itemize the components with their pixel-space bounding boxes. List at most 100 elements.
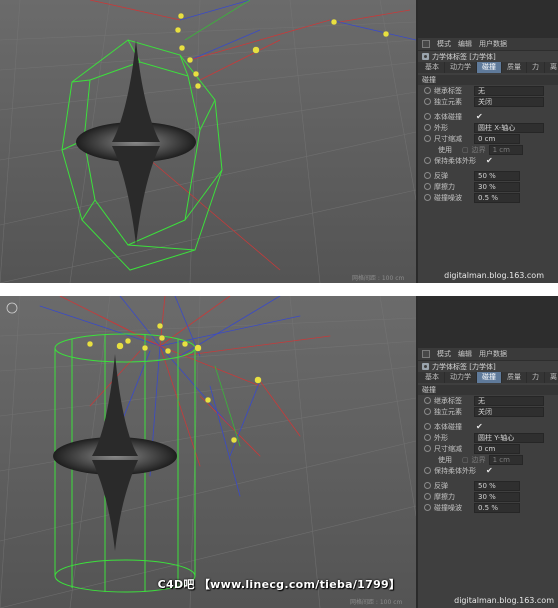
menu-mode[interactable]: 模式 — [437, 349, 451, 359]
viewport-3d[interactable]: 网格间距 : 100 cm — [0, 296, 416, 608]
menu-edit[interactable]: 编辑 — [458, 39, 472, 49]
dynamics-tag-icon — [422, 53, 429, 60]
animate-radio[interactable] — [424, 87, 431, 94]
animate-radio[interactable] — [424, 467, 431, 474]
animate-radio[interactable] — [424, 172, 431, 179]
size-reduce-field[interactable]: 0 cm — [474, 443, 520, 454]
row-independent: 独立元素 关闭 — [418, 96, 558, 107]
tab-collision[interactable]: 碰撞 — [477, 372, 502, 383]
panel-header-area — [418, 296, 558, 348]
animate-radio[interactable] — [424, 445, 431, 452]
animate-radio[interactable] — [424, 98, 431, 105]
margin-field[interactable]: 1 cm — [488, 454, 523, 465]
svg-text:网格间距 : 100 cm: 网格间距 : 100 cm — [350, 598, 402, 606]
screenshot-bottom: 网格间距 : 100 cm 模式 编辑 用户数据 力学体标签 [力学体] 基本 … — [0, 296, 558, 608]
forum-banner: C4D吧 【www.linecg.com/tieba/1799】 — [157, 578, 401, 591]
shape-dropdown[interactable]: 圆柱 X-轴心 — [474, 122, 544, 133]
size-reduce-field[interactable]: 0 cm — [474, 133, 520, 144]
attribute-menubar: 模式 编辑 用户数据 — [418, 38, 558, 51]
tab-dynamics[interactable]: 动力学 — [445, 372, 477, 383]
independent-dropdown[interactable]: 关闭 — [474, 406, 544, 417]
watermark-bottom: digitalman.blog.163.com — [454, 596, 554, 605]
row-shape: 外形 圆柱 Y-轴心 — [418, 432, 558, 443]
bounce-field[interactable]: 50 % — [474, 170, 520, 181]
animate-radio[interactable] — [424, 493, 431, 500]
inherit-tag-dropdown[interactable]: 无 — [474, 395, 544, 406]
mode-icon[interactable] — [422, 40, 430, 48]
row-collision-noise: 碰撞噪波 0.5 % — [418, 502, 558, 513]
row-friction: 摩擦力 30 % — [418, 491, 558, 502]
animate-radio[interactable] — [424, 423, 431, 430]
attribute-panel-top: 模式 编辑 用户数据 力学体标签 [力学体] 基本 动力学 碰撞 质量 力 离 … — [416, 0, 558, 283]
row-size-reduce: 尺寸缩减 0 cm — [418, 443, 558, 454]
collision-noise-field[interactable]: 0.5 % — [474, 192, 520, 203]
animate-radio[interactable] — [424, 135, 431, 142]
menu-user-data[interactable]: 用户数据 — [479, 349, 507, 359]
section-collision: 碰撞 — [418, 75, 558, 85]
viewport-scale-label: 网格间距 : 100 cm — [352, 274, 404, 282]
viewport-scale-label: 网格间距 : 100 cm — [350, 598, 402, 606]
menu-mode[interactable]: 模式 — [437, 39, 451, 49]
menu-edit[interactable]: 编辑 — [458, 349, 472, 359]
menu-user-data[interactable]: 用户数据 — [479, 39, 507, 49]
keep-soft-checkbox[interactable]: ✔ — [486, 156, 493, 165]
row-size-reduce: 尺寸缩减 0 cm — [418, 133, 558, 144]
animate-radio[interactable] — [424, 504, 431, 511]
tab-mass[interactable]: 质量 — [502, 62, 527, 73]
independent-dropdown[interactable]: 关闭 — [474, 96, 544, 107]
inherit-tag-dropdown[interactable]: 无 — [474, 85, 544, 96]
row-use-margin: 使用 ▢ 边界 1 cm — [418, 454, 558, 465]
mode-icon[interactable] — [422, 350, 430, 358]
tag-title: 力学体标签 [力学体] — [418, 361, 558, 372]
friction-field[interactable]: 30 % — [474, 181, 520, 192]
shape-dropdown[interactable]: 圆柱 Y-轴心 — [474, 432, 544, 443]
animate-radio[interactable] — [424, 194, 431, 201]
tab-soft[interactable]: 离 — [545, 62, 558, 73]
viewport-scene-bottom: 网格间距 : 100 cm — [0, 296, 416, 608]
svg-text:网格间距 : 100 cm: 网格间距 : 100 cm — [352, 274, 404, 282]
animate-radio[interactable] — [424, 434, 431, 441]
animate-radio[interactable] — [424, 408, 431, 415]
row-self-collision: 本体碰撞 ✔ — [418, 421, 558, 432]
tab-dynamics[interactable]: 动力学 — [445, 62, 477, 73]
animate-radio[interactable] — [424, 482, 431, 489]
margin-field[interactable]: 1 cm — [488, 144, 523, 155]
tag-title: 力学体标签 [力学体] — [418, 51, 558, 62]
tab-mass[interactable]: 质量 — [502, 372, 527, 383]
row-inherit-tag: 继承标签 无 — [418, 395, 558, 406]
row-keep-soft: 保持柔体外形 ✔ — [418, 465, 558, 476]
attribute-tabs: 基本 动力学 碰撞 质量 力 离 — [418, 62, 558, 73]
row-keep-soft: 保持柔体外形 ✔ — [418, 155, 558, 166]
tab-force[interactable]: 力 — [527, 62, 545, 73]
animate-radio[interactable] — [424, 183, 431, 190]
collision-noise-field[interactable]: 0.5 % — [474, 502, 520, 513]
tab-soft[interactable]: 离 — [545, 372, 558, 383]
animate-radio[interactable] — [424, 124, 431, 131]
bounce-field[interactable]: 50 % — [474, 480, 520, 491]
row-inherit-tag: 继承标签 无 — [418, 85, 558, 96]
tab-basic[interactable]: 基本 — [420, 372, 445, 383]
attribute-panel-bottom: 模式 编辑 用户数据 力学体标签 [力学体] 基本 动力学 碰撞 质量 力 离 … — [416, 296, 558, 608]
tab-force[interactable]: 力 — [527, 372, 545, 383]
row-bounce: 反弹 50 % — [418, 170, 558, 181]
animate-radio[interactable] — [424, 157, 431, 164]
viewport-3d[interactable]: 网格间距 : 100 cm — [0, 0, 416, 283]
tab-collision[interactable]: 碰撞 — [477, 62, 502, 73]
self-collision-checkbox[interactable]: ✔ — [476, 112, 483, 121]
attribute-tabs: 基本 动力学 碰撞 质量 力 离 — [418, 372, 558, 383]
self-collision-checkbox[interactable]: ✔ — [476, 422, 483, 431]
screenshot-top: 网格间距 : 100 cm 模式 编辑 用户数据 力学体标签 [力学体] 基本 … — [0, 0, 558, 283]
animate-radio[interactable] — [424, 397, 431, 404]
dynamics-tag-icon — [422, 363, 429, 370]
row-use-margin: 使用 ▢ 边界 1 cm — [418, 144, 558, 155]
animate-radio[interactable] — [424, 113, 431, 120]
tab-basic[interactable]: 基本 — [420, 62, 445, 73]
attribute-menubar: 模式 编辑 用户数据 — [418, 348, 558, 361]
row-friction: 摩擦力 30 % — [418, 181, 558, 192]
row-shape: 外形 圆柱 X-轴心 — [418, 122, 558, 133]
row-independent: 独立元素 关闭 — [418, 406, 558, 417]
watermark-top: digitalman.blog.163.com — [444, 271, 544, 280]
keep-soft-checkbox[interactable]: ✔ — [486, 466, 493, 475]
viewport-scene-top: 网格间距 : 100 cm — [0, 0, 416, 283]
friction-field[interactable]: 30 % — [474, 491, 520, 502]
